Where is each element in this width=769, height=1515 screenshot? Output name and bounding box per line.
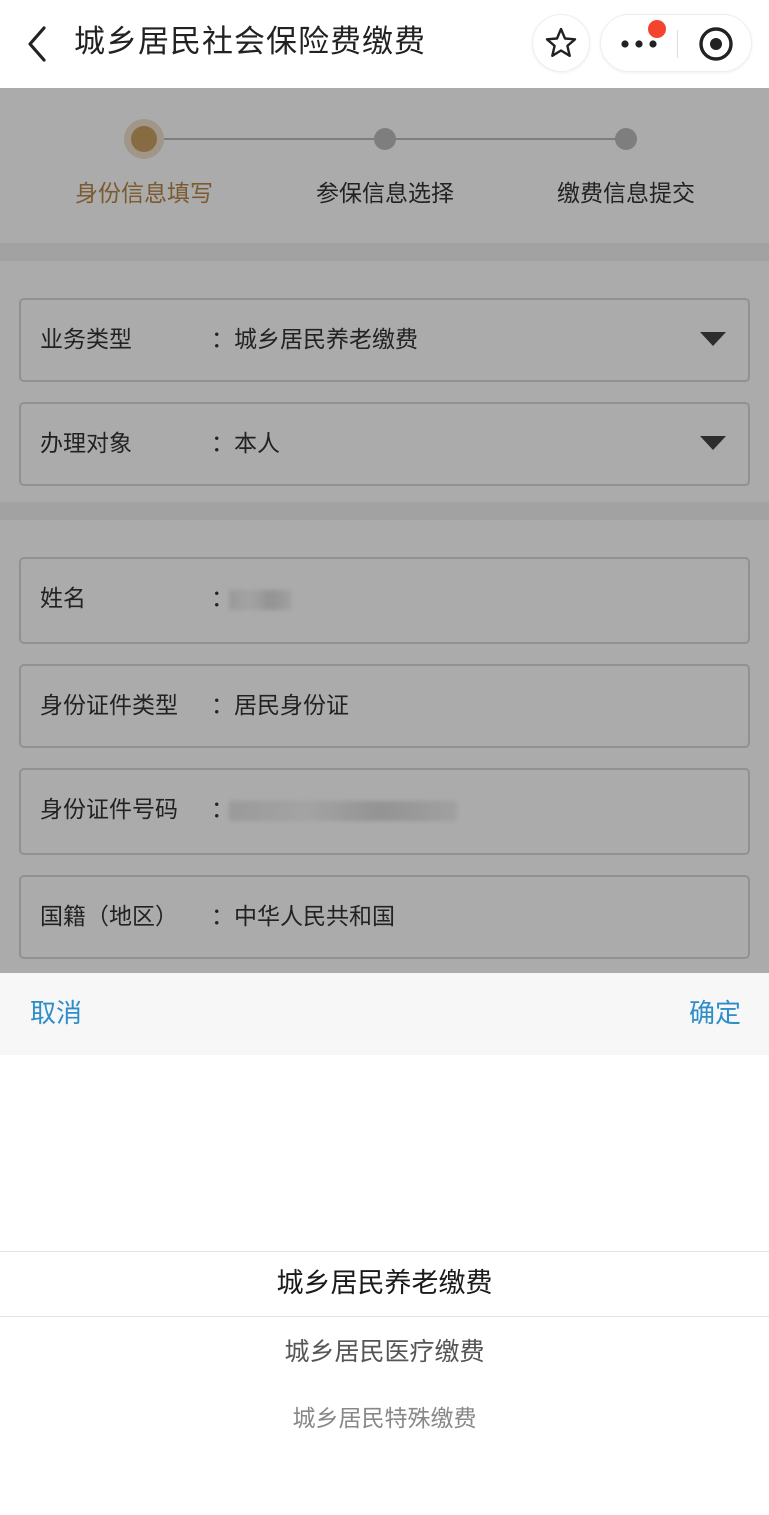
picker-highlight-bottom (0, 1316, 769, 1317)
picker-sheet: 取消 确定 城乡居民养老缴费 城乡居民医疗缴费 城乡居民特殊缴费 (0, 973, 769, 1515)
star-icon[interactable] (532, 14, 590, 72)
picker-option-selected[interactable]: 城乡居民养老缴费 (0, 1261, 769, 1300)
more-dots-icon[interactable] (601, 15, 677, 73)
picker-option[interactable]: 城乡居民医疗缴费 (0, 1332, 769, 1368)
cancel-button[interactable]: 取消 (30, 973, 82, 1055)
notification-dot (648, 20, 666, 38)
page-title: 城乡居民社会保险费缴费 (74, 24, 426, 60)
modal-overlay[interactable] (0, 88, 769, 973)
picker-toolbar: 取消 确定 (0, 973, 769, 1055)
target-close-icon[interactable] (678, 15, 753, 73)
chevron-left-icon[interactable] (18, 22, 58, 66)
picker-highlight-top (0, 1251, 769, 1252)
confirm-button[interactable]: 确定 (689, 973, 741, 1055)
capsule-menu (600, 14, 752, 72)
navigation-bar: 城乡居民社会保险费缴费 (0, 0, 769, 88)
picker-option[interactable]: 城乡居民特殊缴费 (0, 1399, 769, 1433)
